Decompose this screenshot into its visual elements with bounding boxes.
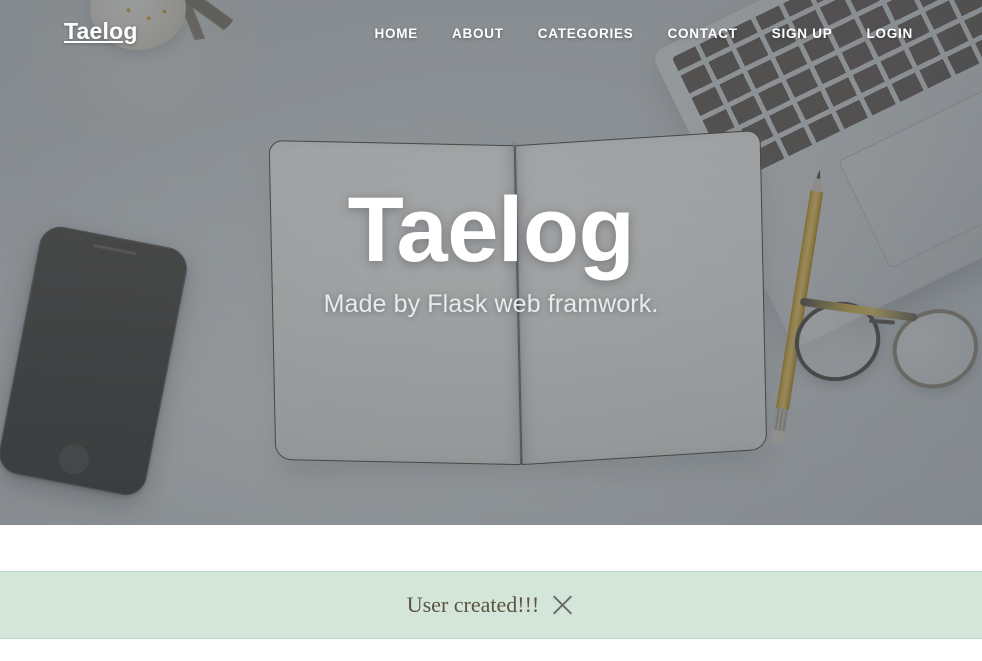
nav-item: CONTACT (650, 25, 754, 43)
nav-link-contact[interactable]: CONTACT (650, 25, 754, 43)
nav-link-categories[interactable]: CATEGORIES (521, 25, 651, 43)
hero-section: Taelog Made by Flask web framwork. (0, 0, 982, 525)
main-navbar: Taelog HOME ABOUT CATEGORIES CONTACT SIG… (0, 0, 982, 66)
hero-subtitle: Made by Flask web framwork. (323, 289, 659, 318)
flash-alert-message: User created!!! (406, 592, 540, 617)
nav-link-signup[interactable]: SIGN UP (755, 25, 850, 43)
page-root: Taelog Made by Flask web framwork. Taelo… (0, 0, 982, 661)
nav-item: LOGIN (850, 25, 931, 43)
nav-link-login[interactable]: LOGIN (850, 25, 931, 43)
nav-item: SIGN UP (755, 25, 850, 43)
nav-item: CATEGORIES (521, 25, 651, 43)
close-icon[interactable] (549, 592, 575, 618)
page-footer-space (0, 639, 982, 661)
nav-link-home[interactable]: HOME (357, 25, 435, 43)
site-brand-logo[interactable]: Taelog (64, 20, 138, 43)
nav-link-about[interactable]: ABOUT (435, 25, 521, 43)
flash-alert-banner: User created!!! (0, 571, 982, 639)
nav-links-list: HOME ABOUT CATEGORIES CONTACT SIGN UP LO… (357, 25, 930, 43)
hero-text-block: Taelog Made by Flask web framwork. (0, 0, 982, 525)
content-gap (0, 525, 982, 571)
nav-item: HOME (357, 25, 435, 43)
nav-item: ABOUT (435, 25, 521, 43)
page-title: Taelog (347, 179, 635, 282)
flash-alert-content: User created!!! (407, 592, 576, 618)
